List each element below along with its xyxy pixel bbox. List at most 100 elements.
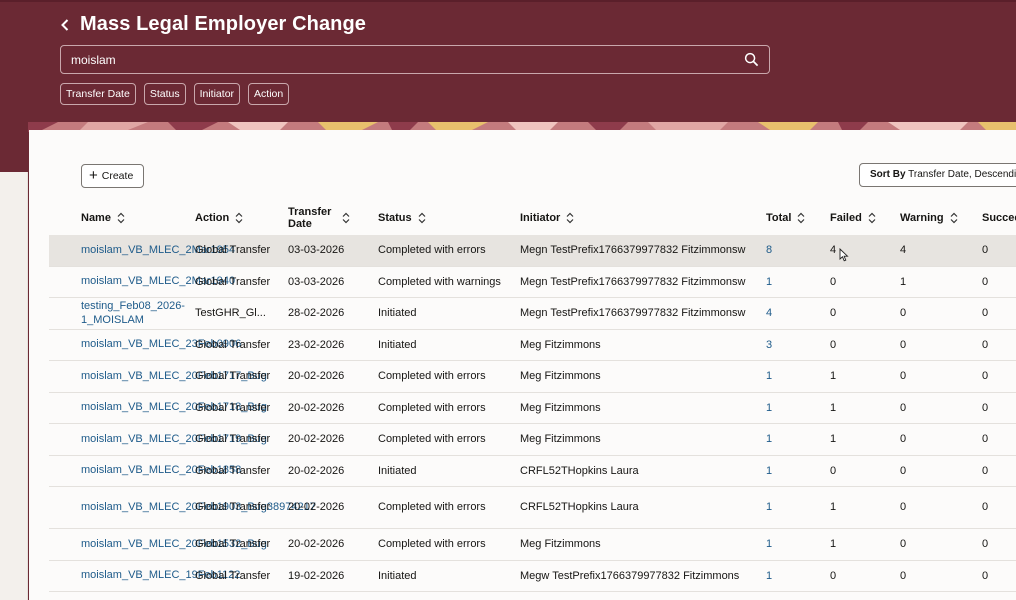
cell-succeeded: 0 [982,465,989,477]
column-header-action[interactable]: Action [195,200,243,235]
table-row[interactable]: moislam_VB_MLEC_20Feb1717_Bug Global Tran… [49,361,1016,393]
column-label: Total [766,211,792,224]
column-header-status[interactable]: Status [378,200,426,235]
cell-name[interactable]: moislam_VB_MLEC_20Feb1718_Bug [81,393,267,423]
cell-total[interactable]: 4 [766,298,772,329]
cell-name[interactable]: moislam_VB_MLEC_20Feb1903_Bug38974217 [81,487,316,528]
sort-by-label: Sort By [870,169,906,180]
cell-status: Initiated [378,307,417,319]
table-row[interactable]: moislam_VB_MLEC_20Feb1719_Bug Global Tran… [49,424,1016,456]
column-label: Warning [900,211,944,224]
filter-chip-transfer-date[interactable]: Transfer Date [60,83,136,105]
cell-total[interactable]: 1 [766,529,772,560]
cell-succeeded: 0 [982,538,989,550]
cell-total[interactable]: 1 [766,487,772,528]
cell-failed: 0 [830,570,837,582]
cell-transfer-date: 20-02-2026 [288,501,345,513]
cell-initiator: Megn TestPrefix1766379977832 Fitzimmonsw [520,244,746,256]
filter-chip-action[interactable]: Action [248,83,290,105]
cell-failed: 4 [830,244,837,256]
cell-action: Global Transfer [195,339,271,351]
cell-name[interactable]: moislam_VB_MLEC_2Mar1954 [81,235,235,266]
cell-succeeded: 0 [982,433,989,445]
cell-name[interactable]: moislam_VB_MLEC_20Feb1532_Bug [81,529,267,560]
cell-succeeded: 0 [982,501,989,513]
cell-transfer-date: 03-03-2026 [288,276,345,288]
cell-total[interactable]: 1 [766,361,772,392]
chevron-left-icon [61,19,69,31]
search-box[interactable] [60,45,770,74]
cell-transfer-date: 20-02-2026 [288,370,345,382]
cell-initiator: Meg Fitzimmons [520,370,601,382]
sort-icon[interactable] [235,212,243,224]
table-row[interactable]: moislam_VB_MLEC_2Mar1940 Global Transfer 0… [49,267,1016,298]
cell-name[interactable]: moislam_VB_MLEC_20Feb1858 [81,456,241,486]
column-label: Failed [830,211,862,224]
cell-total[interactable]: 8 [766,235,772,266]
column-header-total[interactable]: Total [766,200,805,235]
sort-icon[interactable] [342,212,350,224]
cell-transfer-date: 20-02-2026 [288,433,345,445]
cell-name[interactable]: moislam_VB_MLEC_23Feb0906 [81,330,241,360]
cell-failed: 0 [830,307,837,319]
cell-initiator: CRFL52THopkins Laura [520,501,639,513]
column-label: Initiator [520,211,561,224]
column-header-name[interactable]: Name [81,200,125,235]
cell-failed: 1 [830,538,837,550]
cell-failed: 0 [830,276,837,288]
sort-icon[interactable] [566,212,574,224]
cell-succeeded: 0 [982,307,989,319]
sort-icon[interactable] [418,212,426,224]
table-row[interactable]: moislam_VB_MLEC_20Feb1903_Bug38974217 Glo… [49,487,1016,529]
cell-failed: 1 [830,433,837,445]
cell-succeeded: 0 [982,570,989,582]
cell-total[interactable]: 1 [766,424,772,455]
column-header-succeeded[interactable]: Succee [982,200,1016,235]
cell-transfer-date: 20-02-2026 [288,538,345,550]
back-button[interactable] [54,14,76,36]
filter-chips: Transfer Date Status Initiator Action [60,83,290,105]
column-header-initiator[interactable]: Initiator [520,200,574,235]
table-row[interactable]: moislam_VB_MLEC_20Feb1858 Global Transfer… [49,456,1016,487]
cell-transfer-date: 03-03-2026 [288,244,345,256]
table-row[interactable]: moislam_VB_MLEC_20Feb1532_Bug Global Tran… [49,529,1016,561]
search-icon[interactable] [744,52,759,67]
sort-icon[interactable] [950,212,958,224]
table-row[interactable]: moislam_VB_MLEC_2Mar1954 Global Transfer 0… [49,235,1016,267]
cell-name[interactable]: moislam_VB_MLEC_19Feb1122 [81,561,240,591]
cell-name[interactable]: testing_Feb08_2026-1_MOISLAM [81,298,185,329]
column-header-warning[interactable]: Warning [900,200,958,235]
filter-chip-status[interactable]: Status [143,83,186,105]
search-input[interactable] [71,50,731,70]
cell-succeeded: 0 [982,276,989,288]
cell-name[interactable]: moislam_VB_MLEC_20Feb1717_Bug [81,361,267,392]
sort-icon[interactable] [868,212,876,224]
cell-total[interactable]: 1 [766,561,772,591]
cell-status: Completed with errors [378,402,486,414]
cell-transfer-date: 19-02-2026 [288,570,345,582]
filter-chip-initiator[interactable]: Initiator [193,83,241,105]
cell-total[interactable]: 1 [766,393,772,423]
cell-warning: 1 [900,276,907,288]
table-row[interactable]: testing_Feb08_2026-1_MOISLAM TestGHR_Gl..… [49,298,1016,330]
cell-action: Global Transfer [195,570,271,582]
cell-warning: 0 [900,465,907,477]
sort-icon[interactable] [797,212,805,224]
table-row[interactable]: moislam_VB_MLEC_19Feb1122 Global Transfer… [49,561,1016,592]
cell-total[interactable]: 1 [766,456,772,486]
cell-name[interactable]: moislam_VB_MLEC_2Mar1940 [81,267,235,297]
cell-initiator: Megn TestPrefix1766379977832 Fitzimmonsw [520,307,746,319]
cell-total[interactable]: 3 [766,330,772,360]
sort-icon[interactable] [117,212,125,224]
create-button[interactable]: + Create [81,164,144,188]
table-row[interactable]: moislam_VB_MLEC_20Feb1718_Bug Global Tran… [49,393,1016,424]
sort-by-button[interactable]: Sort By Transfer Date, Descending [859,163,1016,187]
cell-action: Global Transfer [195,276,271,288]
column-header-transfer-date[interactable]: Transfer Date [288,200,358,235]
column-header-failed[interactable]: Failed [830,200,876,235]
table-row[interactable]: moislam_VB_MLEC_23Feb0906 Global Transfer… [49,330,1016,361]
cell-action: Global Transfer [195,501,271,513]
cell-name[interactable]: moislam_VB_MLEC_20Feb1719_Bug [81,424,267,455]
cell-total[interactable]: 1 [766,267,772,297]
cell-status: Completed with errors [378,370,486,382]
